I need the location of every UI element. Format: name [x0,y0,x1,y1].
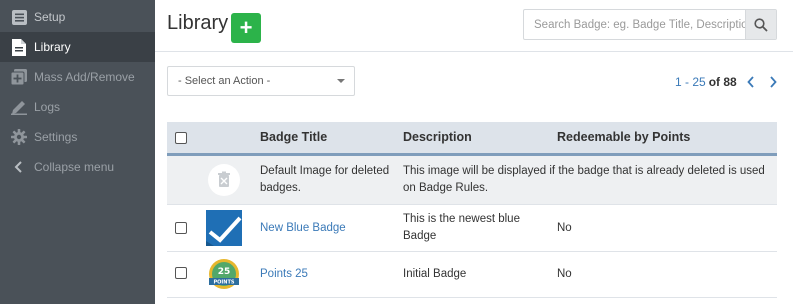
badge-description: Initial Badge [403,268,467,280]
badge-redeemable: No [557,222,572,234]
next-page-button[interactable] [765,74,781,90]
sidebar-item-mass-add-remove[interactable]: Mass Add/Remove [0,62,155,92]
chevron-left-icon [10,158,28,176]
badge-description: This image will be displayed if the badg… [403,165,765,194]
document-icon [10,38,28,56]
main-content: Library + - Select an Action - 1 - 25 of… [155,0,793,304]
pencil-icon [10,98,28,116]
search-box [523,9,777,40]
sidebar: Setup Library Mass Add/Remove Logs Setti… [0,0,155,304]
pagination-total: of 88 [708,75,737,89]
sidebar-item-library[interactable]: Library [0,32,155,62]
column-header-title[interactable]: Badge Title [260,122,327,153]
gear-icon [10,128,28,146]
add-badge-button[interactable]: + [231,13,261,43]
select-all-checkbox[interactable] [175,132,187,144]
search-input[interactable] [524,10,746,39]
chevron-left-icon [746,76,754,88]
action-select[interactable]: - Select an Action - [167,66,355,96]
sidebar-item-setup[interactable]: Setup [0,2,155,32]
page-title: Library [167,12,229,34]
row-checkbox[interactable] [175,267,187,279]
trash-icon [208,164,240,196]
action-select-value: - Select an Action - [178,75,271,87]
badge-description: This is the newest blue Badge [403,213,520,242]
plus-square-icon [10,68,28,86]
sidebar-item-label: Logs [34,100,61,114]
pagination: 1 - 25 of 88 [675,74,781,90]
column-header-redeemable[interactable]: Redeemable by Points [557,122,690,153]
points-25-badge-image: 25 POINTS [206,257,242,293]
badge-title: Default Image for deleted badges. [260,165,390,194]
caret-down-icon [337,79,345,83]
sidebar-item-label: Collapse menu [34,160,115,174]
page-header: Library + [155,0,793,52]
sidebar-item-label: Settings [34,130,78,144]
points-badge-number: 25 [218,267,231,277]
sidebar-item-label: Mass Add/Remove [34,70,135,84]
table-row: 25 POINTS Points 25 Initial Badge No [167,252,777,298]
table-header: Badge Title Description Redeemable by Po… [167,122,777,156]
search-button[interactable] [745,10,776,39]
sidebar-item-label: Setup [34,10,66,24]
sidebar-item-settings[interactable]: Settings [0,122,155,152]
table-row: Default Image for deleted badges. This i… [167,156,777,205]
row-checkbox[interactable] [175,222,187,234]
prev-page-button[interactable] [743,74,759,90]
column-header-description[interactable]: Description [403,122,472,153]
chevron-right-icon [770,76,777,88]
collapse-menu-button[interactable]: Collapse menu [0,152,155,182]
points-badge-ribbon: POINTS [214,280,235,286]
search-icon [754,17,768,32]
blue-check-badge-image [206,210,242,246]
list-icon [10,8,28,26]
pagination-range: 1 - 25 [675,75,706,89]
table-row: New Blue Badge This is the newest blue B… [167,205,777,252]
badge-title-link[interactable]: Points 25 [260,266,308,283]
badge-title-link[interactable]: New Blue Badge [260,220,346,237]
sidebar-item-label: Library [34,40,71,54]
badge-redeemable: No [557,268,572,280]
sidebar-item-logs[interactable]: Logs [0,92,155,122]
